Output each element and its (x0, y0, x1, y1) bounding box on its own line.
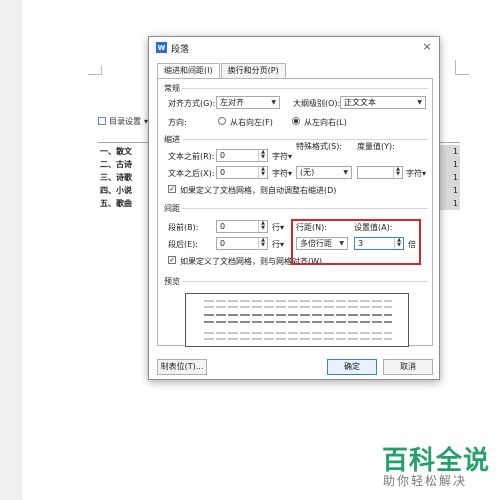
spinner-arrows-icon[interactable]: ▲ ▼ (258, 150, 267, 161)
chevron-down-icon: ▼ (417, 99, 422, 106)
spinner-arrows-icon[interactable]: ▲ ▼ (258, 238, 267, 249)
spacing-grid-checkbox[interactable]: ✓ (168, 256, 176, 264)
measure-label: 度量值(Y): (357, 142, 395, 151)
preview-line (204, 332, 392, 334)
outline-level-label: 大纲级别(O): (293, 99, 341, 108)
measure-unit[interactable]: 字符▾ (406, 168, 426, 179)
toc-entry-number: 四、 (100, 186, 116, 195)
spinner-arrows-icon[interactable]: ▲ ▼ (258, 167, 267, 178)
unit-text: 行 (272, 223, 280, 232)
spinner-arrows-icon[interactable]: ▲ ▼ (258, 221, 267, 232)
direction-rtl-radio[interactable] (218, 117, 226, 125)
unit-text: 行 (272, 240, 280, 249)
crop-mark (455, 60, 456, 74)
crop-mark (455, 74, 469, 75)
indent-after-unit[interactable]: 字符▾ (272, 168, 292, 179)
indent-grid-checkbox[interactable]: ✓ (168, 185, 176, 193)
preview-line (204, 338, 392, 340)
indent-after-label: 文本之后(X): (168, 169, 215, 178)
wps-app-icon: W (156, 42, 167, 53)
unit-text: 字符 (406, 169, 422, 178)
tab-stops-button[interactable]: 制表位(T)... (157, 359, 207, 375)
indent-after-stepper[interactable]: 0 ▲ ▼ (216, 166, 268, 179)
toc-entry-number: 二、 (100, 160, 116, 169)
preview-line (204, 300, 392, 302)
toc-entry-page: 1 (452, 173, 458, 182)
toc-entry-number: 五、 (100, 199, 116, 208)
indent-grid-label[interactable]: 如果定义了文档网格，则自动调整右缩进(D) (180, 185, 336, 196)
tab-indent-spacing[interactable]: 缩进和间距(I) (157, 63, 220, 79)
section-indent-title: 缩进 (164, 135, 180, 144)
chevron-down-icon: ▼ (271, 99, 276, 106)
space-after-stepper[interactable]: 0 ▲ ▼ (216, 237, 268, 250)
indent-before-stepper[interactable]: 0 ▲ ▼ (216, 149, 268, 162)
dialog-tabs: 缩进和间距(I) 换行和分页(P) (157, 63, 287, 79)
cancel-button[interactable]: 取消 (383, 359, 433, 375)
space-after-value: 0 (220, 239, 226, 248)
toc-entry-page: 1 (452, 160, 458, 169)
indent-before-value: 0 (220, 151, 226, 160)
section-general-title: 常规 (164, 84, 180, 93)
outline-level-value: 正文文本 (344, 98, 376, 107)
space-after-label: 段后(E): (168, 240, 198, 249)
toc-entry-page: 1 (452, 147, 458, 156)
direction-ltr-label[interactable]: 从左向右(L) (304, 117, 347, 128)
divider (182, 208, 428, 209)
indent-before-label: 文本之前(R): (168, 152, 215, 161)
preview-line (204, 314, 392, 316)
highlight-box (291, 219, 421, 265)
section-spacing-title: 间距 (164, 204, 180, 213)
alignment-label: 对齐方式(G): (168, 99, 216, 108)
space-after-unit[interactable]: 行▾ (272, 239, 284, 250)
direction-rtl-label[interactable]: 从右向左(F) (230, 117, 273, 128)
ok-button[interactable]: 确定 (327, 359, 377, 375)
direction-ltr-radio[interactable] (292, 117, 300, 125)
divider (182, 88, 428, 89)
section-preview-title: 预览 (164, 277, 180, 286)
alignment-value: 左对齐 (220, 98, 244, 107)
space-before-unit[interactable]: 行▾ (272, 222, 284, 233)
crop-mark (88, 66, 102, 74)
preview-line (204, 321, 392, 323)
toc-entry-number: 三、 (100, 173, 116, 182)
close-icon[interactable]: × (421, 41, 433, 53)
divider (182, 139, 428, 140)
toc-icon (98, 117, 106, 125)
unit-text: 字符 (272, 152, 288, 161)
space-before-label: 段前(B): (168, 223, 199, 232)
paragraph-dialog: W 段落 × 缩进和间距(I) 换行和分页(P) 常规 对齐方式(G): 左对齐… (148, 36, 440, 380)
divider (182, 281, 428, 282)
direction-label: 方向: (168, 118, 187, 127)
space-before-value: 0 (220, 222, 226, 231)
dialog-titlebar[interactable]: W 段落 × (149, 37, 439, 59)
preview-box (185, 293, 409, 347)
spinner-arrows-icon[interactable]: ▲ ▼ (393, 167, 402, 178)
indent-after-value: 0 (220, 168, 226, 177)
indent-before-unit[interactable]: 字符▾ (272, 151, 292, 162)
toc-entry-number: 一、 (100, 147, 116, 156)
toc-entry-page: 1 (452, 199, 458, 208)
special-format-select[interactable]: (无) ▼ (296, 166, 352, 179)
alignment-select[interactable]: 左对齐 ▼ (216, 96, 280, 109)
tab-line-page-breaks[interactable]: 换行和分页(P) (220, 63, 286, 78)
watermark-slogan: 助你轻松解决 (383, 474, 468, 488)
special-format-value: (无) (300, 168, 315, 177)
measure-stepper[interactable]: ▲ ▼ (357, 166, 403, 179)
outline-level-select[interactable]: 正文文本 ▼ (340, 96, 426, 109)
chevron-down-icon: ▼ (343, 169, 348, 176)
crop-mark (88, 74, 102, 75)
dialog-title: 段落 (171, 45, 190, 55)
toc-entry-page: 1 (452, 186, 458, 195)
space-before-stepper[interactable]: 0 ▲ ▼ (216, 220, 268, 233)
unit-text: 字符 (272, 169, 288, 178)
toc-settings-label: 目录设置 (109, 116, 141, 126)
special-format-label: 特殊格式(S): (296, 142, 343, 151)
preview-line (204, 306, 392, 308)
